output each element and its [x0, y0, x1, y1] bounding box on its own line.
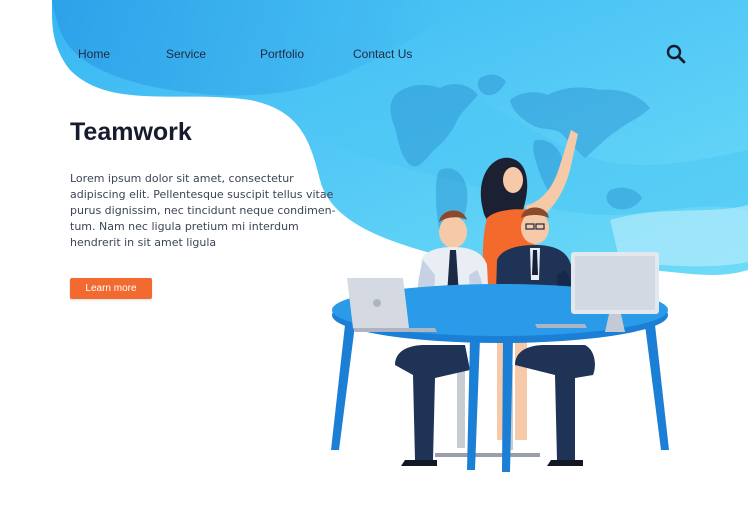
- hero-description-line: purus dignissim, nec tincidunt neque con…: [70, 204, 336, 217]
- hero-description-line: adipiscing elit. Pellentesque suscipit t…: [70, 188, 334, 201]
- search-icon: [666, 44, 686, 64]
- hero-description: Lorem ipsum dolor sit amet, consectetur …: [70, 171, 336, 251]
- nav-link-home[interactable]: Home: [78, 47, 110, 61]
- hero-description-line: Lorem ipsum dolor sit amet, consectetur: [70, 172, 294, 185]
- nav-link-service[interactable]: Service: [166, 47, 206, 61]
- nav-link-portfolio[interactable]: Portfolio: [260, 47, 304, 61]
- search-button[interactable]: [665, 43, 687, 65]
- landing-page: Home Service Portfolio Contact Us Teamwo…: [0, 0, 748, 515]
- top-navigation: Home Service Portfolio Contact Us: [0, 0, 748, 110]
- hero-description-line: tum. Nam nec ligula pretium mi interdum: [70, 220, 299, 233]
- teamwork-illustration: [331, 130, 669, 472]
- nav-link-contact-us[interactable]: Contact Us: [353, 47, 412, 61]
- hero-title: Teamwork: [70, 118, 192, 146]
- learn-more-button[interactable]: Learn more: [70, 278, 152, 299]
- hero-description-line: hendrerit in sit amet ligula: [70, 236, 217, 249]
